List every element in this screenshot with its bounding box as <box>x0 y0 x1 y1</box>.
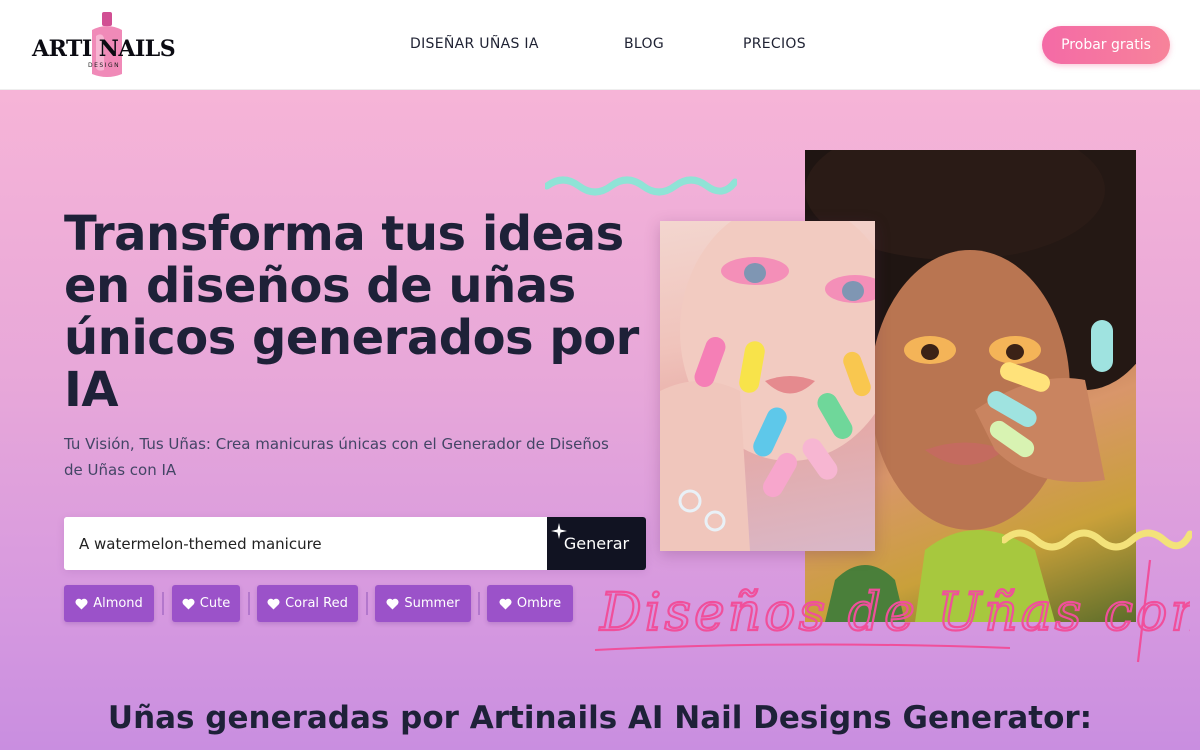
model-photo-front <box>660 221 875 551</box>
heart-icon <box>267 598 280 609</box>
chip-label: Almond <box>93 596 143 611</box>
chip-label: Cute <box>199 596 231 611</box>
nav-link-precios[interactable]: PRECIOS <box>743 36 806 52</box>
nav-link-blog[interactable]: BLOG <box>624 36 664 52</box>
chip-divider <box>478 592 480 615</box>
prompt-input[interactable] <box>64 517 547 570</box>
chip-label: Ombre <box>516 596 562 611</box>
chip-label: Coral Red <box>285 596 348 611</box>
hero-subtitle: Tu Visión, Tus Uñas: Crea manicuras únic… <box>64 435 609 479</box>
try-free-button[interactable]: Probar gratis <box>1042 26 1170 64</box>
chip-cute[interactable]: Cute <box>172 585 240 622</box>
chip-coral-red[interactable]: Coral Red <box>257 585 358 622</box>
chip-summer[interactable]: Summer <box>375 585 471 622</box>
chip-label: Summer <box>404 596 460 611</box>
logo-subtext: DESIGN <box>88 62 121 69</box>
logo-text: ARTI NAILS <box>32 36 176 62</box>
nav-link-disenar-unas[interactable]: DISEÑAR UÑAS IA <box>410 36 539 52</box>
logo[interactable]: ARTI NAILS DESIGN <box>32 8 182 83</box>
heart-icon <box>75 598 88 609</box>
teal-squiggle-decoration <box>545 176 737 196</box>
chip-divider <box>248 592 250 615</box>
model-illustration <box>660 221 875 551</box>
script-overlay-text: Diseños de Uñas con IA <box>599 583 1190 643</box>
prompt-bar: Generar <box>64 517 646 570</box>
section-title: Uñas generadas por Artinails AI Nail Des… <box>107 700 1093 736</box>
site-header: ARTI NAILS DESIGN DISEÑAR UÑAS IA BLOG P… <box>0 0 1200 90</box>
hero-title: Transforma tus ideas en diseños de uñas … <box>64 206 639 418</box>
chip-almond[interactable]: Almond <box>64 585 154 622</box>
script-text-overlay: Diseños de Uñas con IA <box>594 559 1190 663</box>
heart-icon <box>386 598 399 609</box>
chip-divider <box>162 592 164 615</box>
chip-ombre[interactable]: Ombre <box>487 585 573 622</box>
chip-divider <box>366 592 368 615</box>
heart-icon <box>182 598 195 609</box>
heart-icon <box>499 598 512 609</box>
sparkle-icon <box>551 523 567 539</box>
hero-section: Transforma tus ideas en diseños de uñas … <box>0 90 1200 750</box>
